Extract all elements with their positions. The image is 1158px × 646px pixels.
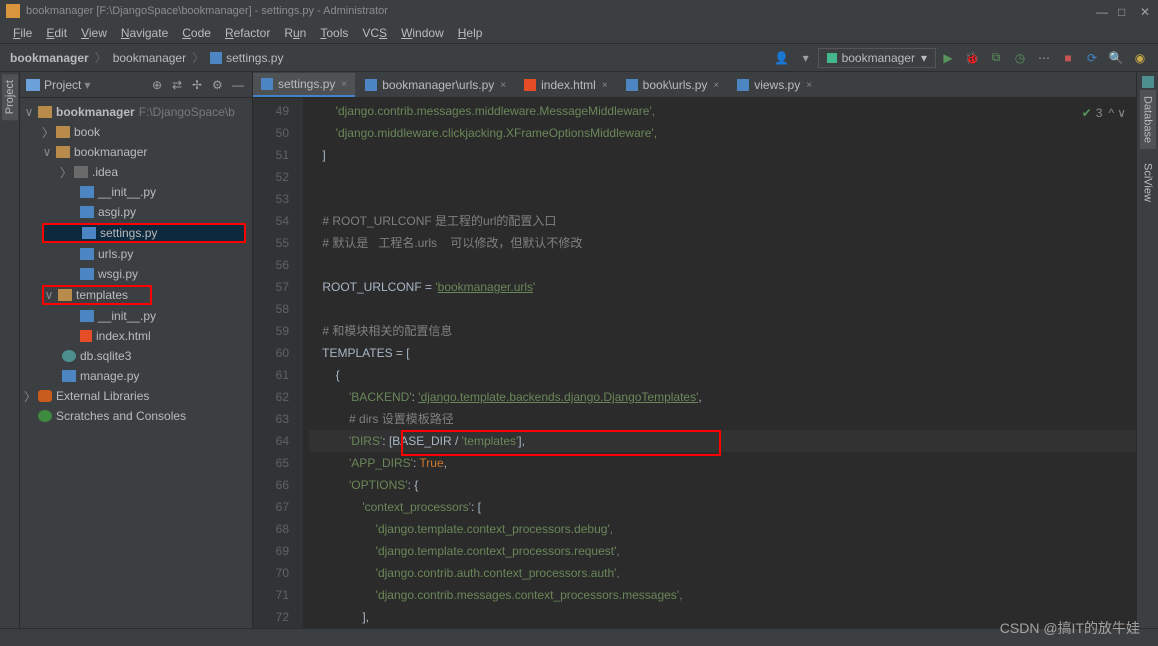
code-editor[interactable]: 4950515253545556575859606162636465666768… (253, 98, 1136, 628)
project-tree: ∨bookmanagerF:\DjangoSpace\b 〉book ∨book… (20, 98, 252, 628)
tree-templates-init[interactable]: __init__.py (20, 306, 252, 326)
close-tab-icon[interactable]: × (500, 80, 506, 91)
maximize-button[interactable]: □ (1118, 5, 1130, 17)
editor-area: settings.py× bookmanager\urls.py× index.… (253, 72, 1136, 628)
tab-index[interactable]: index.html× (516, 73, 616, 97)
menu-code[interactable]: Code (175, 26, 218, 40)
close-tab-icon[interactable]: × (341, 79, 347, 90)
tree-bookmanager[interactable]: ∨bookmanager (20, 142, 252, 162)
tree-templates[interactable]: ∨templates (42, 285, 152, 305)
close-tab-icon[interactable]: × (602, 80, 608, 91)
menu-refactor[interactable]: Refactor (218, 26, 277, 40)
tab-bm-urls[interactable]: bookmanager\urls.py× (357, 73, 514, 97)
menu-navigate[interactable]: Navigate (114, 26, 175, 40)
editor-tabs: settings.py× bookmanager\urls.py× index.… (253, 72, 1136, 98)
tree-init[interactable]: __init__.py (20, 182, 252, 202)
code-content[interactable]: ✔3 ^ ∨ 'django.contrib.messages.middlewa… (303, 98, 1136, 628)
breadcrumb-root[interactable]: bookmanager (6, 51, 93, 65)
tab-settings[interactable]: settings.py× (253, 73, 355, 97)
dropdown-icon[interactable]: ▾ (798, 50, 814, 66)
stop-button[interactable]: ■ (1060, 50, 1076, 66)
breadcrumb-folder[interactable]: bookmanager (109, 51, 190, 65)
debug-button[interactable]: 🐞 (964, 50, 980, 66)
project-sidebar: Project ▾ ⊕ ⇄ ✢ ⚙ — ∨bookmanagerF:\Djang… (20, 72, 253, 628)
tree-asgi[interactable]: asgi.py (20, 202, 252, 222)
highlight-box (401, 430, 721, 456)
sciview-tool-tab[interactable]: SciView (1140, 157, 1156, 208)
menu-file[interactable]: File (6, 26, 39, 40)
profile-button[interactable]: ◷ (1012, 50, 1028, 66)
close-button[interactable]: ✕ (1140, 5, 1152, 17)
watermark: CSDN @搞IT的放牛娃 (1000, 618, 1140, 638)
navigation-bar: bookmanager 〉 bookmanager 〉 settings.py … (0, 44, 1158, 72)
menu-help[interactable]: Help (451, 26, 490, 40)
tree-root[interactable]: ∨bookmanagerF:\DjangoSpace\b (20, 102, 252, 122)
minimize-button[interactable]: — (1096, 5, 1108, 17)
select-opened-icon[interactable]: ⊕ (152, 78, 166, 92)
app-icon (6, 4, 20, 18)
run-configuration[interactable]: bookmanager▾ (818, 48, 936, 68)
tree-scratches[interactable]: Scratches and Consoles (20, 406, 252, 426)
menu-edit[interactable]: Edit (39, 26, 74, 40)
project-tool-tab[interactable]: Project (2, 74, 18, 120)
coverage-button[interactable]: ⧉ (988, 50, 1004, 66)
expand-icon[interactable]: ⇄ (172, 78, 186, 92)
line-gutter: 4950515253545556575859606162636465666768… (253, 98, 303, 628)
tree-sqlite[interactable]: db.sqlite3 (20, 346, 252, 366)
collapse-icon[interactable]: ✢ (192, 78, 206, 92)
close-tab-icon[interactable]: × (806, 80, 812, 91)
right-tool-strip: Database SciView (1136, 72, 1158, 628)
tree-book[interactable]: 〉book (20, 122, 252, 142)
menu-view[interactable]: View (74, 26, 114, 40)
search-button[interactable]: 🔍 (1108, 50, 1124, 66)
tree-external[interactable]: 〉External Libraries (20, 386, 252, 406)
statusbar (0, 628, 1158, 646)
tree-templates-index[interactable]: index.html (20, 326, 252, 346)
tree-idea[interactable]: 〉.idea (20, 162, 252, 182)
tree-manage[interactable]: manage.py (20, 366, 252, 386)
database-tool-tab[interactable]: Database (1140, 90, 1156, 149)
menu-tools[interactable]: Tools (313, 26, 355, 40)
hide-icon[interactable]: — (232, 78, 246, 92)
more-button[interactable]: ⋯ (1036, 50, 1052, 66)
menu-window[interactable]: Window (394, 26, 451, 40)
breadcrumb-file[interactable]: settings.py (206, 51, 287, 65)
tree-wsgi[interactable]: wsgi.py (20, 264, 252, 284)
settings-icon[interactable]: ⚙ (212, 78, 226, 92)
avatar-icon[interactable]: ◉ (1132, 50, 1148, 66)
titlebar: bookmanager [F:\DjangoSpace\bookmanager]… (0, 0, 1158, 22)
tree-settings[interactable]: settings.py (42, 223, 246, 243)
tab-views[interactable]: views.py× (729, 73, 820, 97)
window-title: bookmanager [F:\DjangoSpace\bookmanager]… (26, 5, 1086, 17)
menubar: File Edit View Navigate Code Refactor Ru… (0, 22, 1158, 44)
menu-vcs[interactable]: VCS (355, 26, 394, 40)
menu-run[interactable]: Run (277, 26, 313, 40)
update-button[interactable]: ⟳ (1084, 50, 1100, 66)
left-tool-strip: Project (0, 72, 20, 628)
close-tab-icon[interactable]: × (713, 80, 719, 91)
tab-book-urls[interactable]: book\urls.py× (618, 73, 728, 97)
project-header: Project ▾ ⊕ ⇄ ✢ ⚙ — (20, 72, 252, 98)
run-button[interactable]: ▶ (940, 50, 956, 66)
user-icon[interactable]: 👤 (774, 50, 790, 66)
database-icon[interactable] (1142, 76, 1154, 88)
inspection-status[interactable]: ✔3 ^ ∨ (1082, 102, 1126, 124)
tree-urls[interactable]: urls.py (20, 244, 252, 264)
